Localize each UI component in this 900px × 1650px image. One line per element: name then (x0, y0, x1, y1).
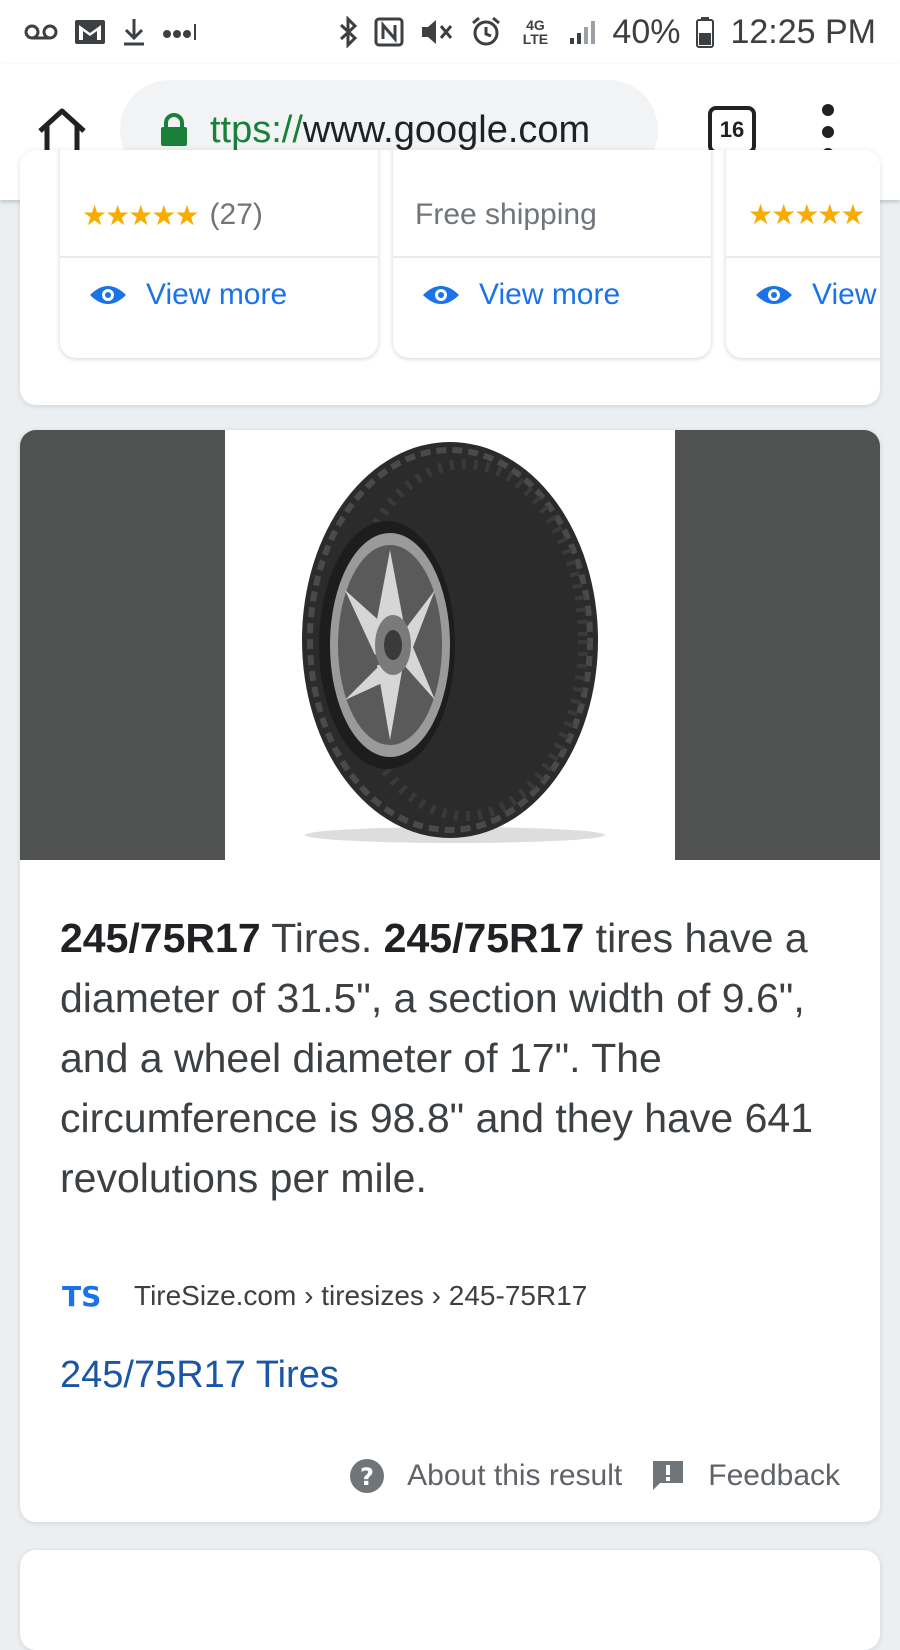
view-more-button[interactable]: View more (421, 278, 620, 312)
tab-switcher-button[interactable]: 16 (708, 106, 756, 154)
feedback-icon (653, 1461, 684, 1490)
battery-percent: 40% (612, 12, 681, 51)
menu-dot (822, 126, 834, 138)
signal-icon (568, 14, 596, 50)
snippet-bold-term: 245/75R17 (60, 915, 261, 961)
image-strip[interactable] (20, 430, 880, 860)
divider (393, 256, 711, 258)
status-bar: 4G LTE 40% 12:25 PM (0, 0, 900, 64)
status-bar-left (24, 14, 198, 50)
source-row[interactable]: TS TireSize.com › tiresizes › 245-75R17 (60, 1278, 587, 1314)
view-more-button[interactable]: View (754, 278, 876, 312)
menu-dot (822, 104, 834, 116)
snippet-text: 245/75R17 Tires. 245/75R17 tires have a … (60, 908, 850, 1208)
view-more-label: View more (146, 278, 288, 311)
favicon-letters: TS (62, 1280, 101, 1313)
shopping-card: ★★★★★ (27) View more Free shipping View … (20, 150, 880, 405)
about-result-label: About this result (407, 1459, 623, 1492)
network-4g-icon: 4G LTE (518, 14, 552, 50)
battery-icon (696, 14, 715, 50)
product-card[interactable]: ★★★★★ (27) View more (60, 150, 378, 358)
site-favicon-icon: TS (60, 1278, 104, 1314)
tire-picture (302, 442, 605, 843)
product-rating: ★★★★★ (27) (82, 198, 263, 232)
product-carousel[interactable]: ★★★★★ (27) View more Free shipping View … (20, 150, 880, 405)
svg-text:?: ? (360, 1463, 374, 1491)
view-more-label: View more (479, 278, 621, 311)
vibrate-icon (420, 14, 454, 50)
source-breadcrumb: TireSize.com › tiresizes › 245-75R17 (134, 1280, 588, 1311)
snippet-footer: ? About this result Feedback (349, 1458, 840, 1494)
review-count: (27) (209, 198, 263, 231)
url-scheme: ttps:// (210, 108, 303, 151)
bluetooth-icon (338, 14, 358, 50)
status-bar-right: 4G LTE 40% 12:25 PM (338, 13, 876, 52)
more-notifications-icon (162, 14, 198, 50)
result-title-link[interactable]: 245/75R17 Tires (60, 1354, 339, 1397)
product-shipping: Free shipping (415, 198, 597, 232)
url-text: ttps://www.google.com (210, 109, 590, 152)
eye-icon (423, 286, 459, 304)
lock-icon (161, 113, 187, 146)
view-more-label: View (812, 278, 877, 311)
star-rating: ★★★★★ (82, 199, 200, 231)
snippet-text-1: Tires. (260, 915, 384, 961)
feedback-label: Feedback (708, 1459, 840, 1492)
alarm-icon (470, 14, 502, 50)
nfc-icon (374, 14, 404, 50)
feedback-button[interactable]: Feedback (650, 1458, 840, 1494)
eye-icon (756, 286, 792, 304)
url-host: www.google.com (302, 108, 591, 151)
snippet-bold-term: 245/75R17 (383, 915, 585, 961)
product-card[interactable]: Free shipping View more (393, 150, 711, 358)
product-card[interactable]: ★★★★★ View (726, 150, 880, 358)
clock: 12:25 PM (730, 12, 876, 51)
about-result-button[interactable]: ? About this result (349, 1458, 622, 1494)
divider (726, 256, 880, 258)
tab-count: 16 (719, 117, 745, 142)
product-rating: ★★★★★ (748, 198, 866, 231)
help-icon: ? (350, 1459, 385, 1493)
tire-image[interactable] (225, 430, 675, 860)
star-rating: ★★★★★ (748, 199, 866, 230)
featured-snippet-card: 245/75R17 Tires. 245/75R17 tires have a … (20, 430, 880, 1522)
network-label: 4G LTE (522, 17, 549, 47)
voicemail-icon (24, 14, 58, 50)
gmail-icon (74, 14, 106, 50)
eye-icon (90, 286, 126, 304)
divider (60, 256, 378, 258)
view-more-button[interactable]: View more (88, 278, 287, 312)
shipping-label: Free shipping (415, 198, 597, 231)
download-icon (122, 14, 146, 50)
next-result-card (20, 1550, 880, 1650)
